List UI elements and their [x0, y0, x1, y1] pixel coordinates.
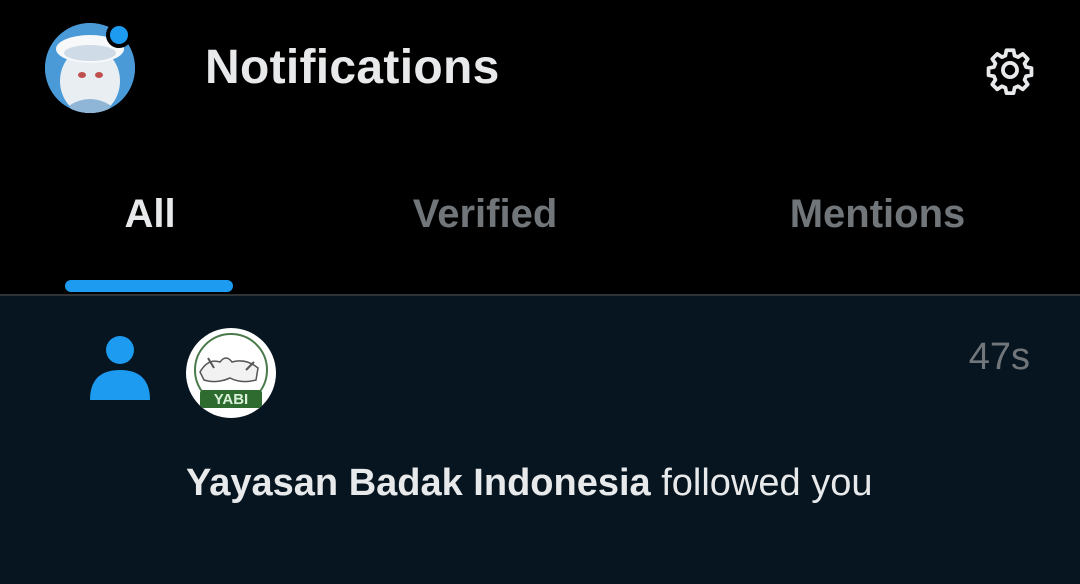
logo-text: YABI [214, 391, 248, 408]
yabi-logo-icon: YABI [188, 330, 274, 416]
notification-action: followed you [650, 462, 873, 504]
active-tab-indicator [65, 280, 233, 292]
top-bar: Notifications [0, 0, 1080, 140]
notifications-screen: Notifications All Verified Mentions YABI… [0, 0, 1080, 584]
settings-button[interactable] [984, 44, 1036, 96]
notification-text: Yayasan Badak Indonesia followed you [186, 454, 946, 512]
account-name[interactable]: Yayasan Badak Indonesia [186, 462, 651, 504]
tab-verified-label: Verified [412, 192, 558, 236]
notification-time: 47s [968, 336, 1030, 378]
page-title: Notifications [205, 41, 500, 94]
unread-dot [106, 22, 132, 48]
tab-mentions-label: Mentions [789, 192, 966, 236]
tab-all-label: All [124, 192, 176, 236]
person-icon [90, 336, 150, 400]
tab-mentions[interactable]: Mentions [700, 140, 1055, 295]
tab-all[interactable]: All [0, 140, 300, 295]
follower-avatar[interactable]: YABI [186, 328, 276, 418]
notification-tabs: All Verified Mentions [0, 140, 1080, 295]
tab-verified[interactable]: Verified [330, 140, 640, 295]
gear-icon [986, 48, 1034, 95]
notification-item[interactable]: YABI 47s Yayasan Badak Indonesia followe… [0, 296, 1080, 584]
